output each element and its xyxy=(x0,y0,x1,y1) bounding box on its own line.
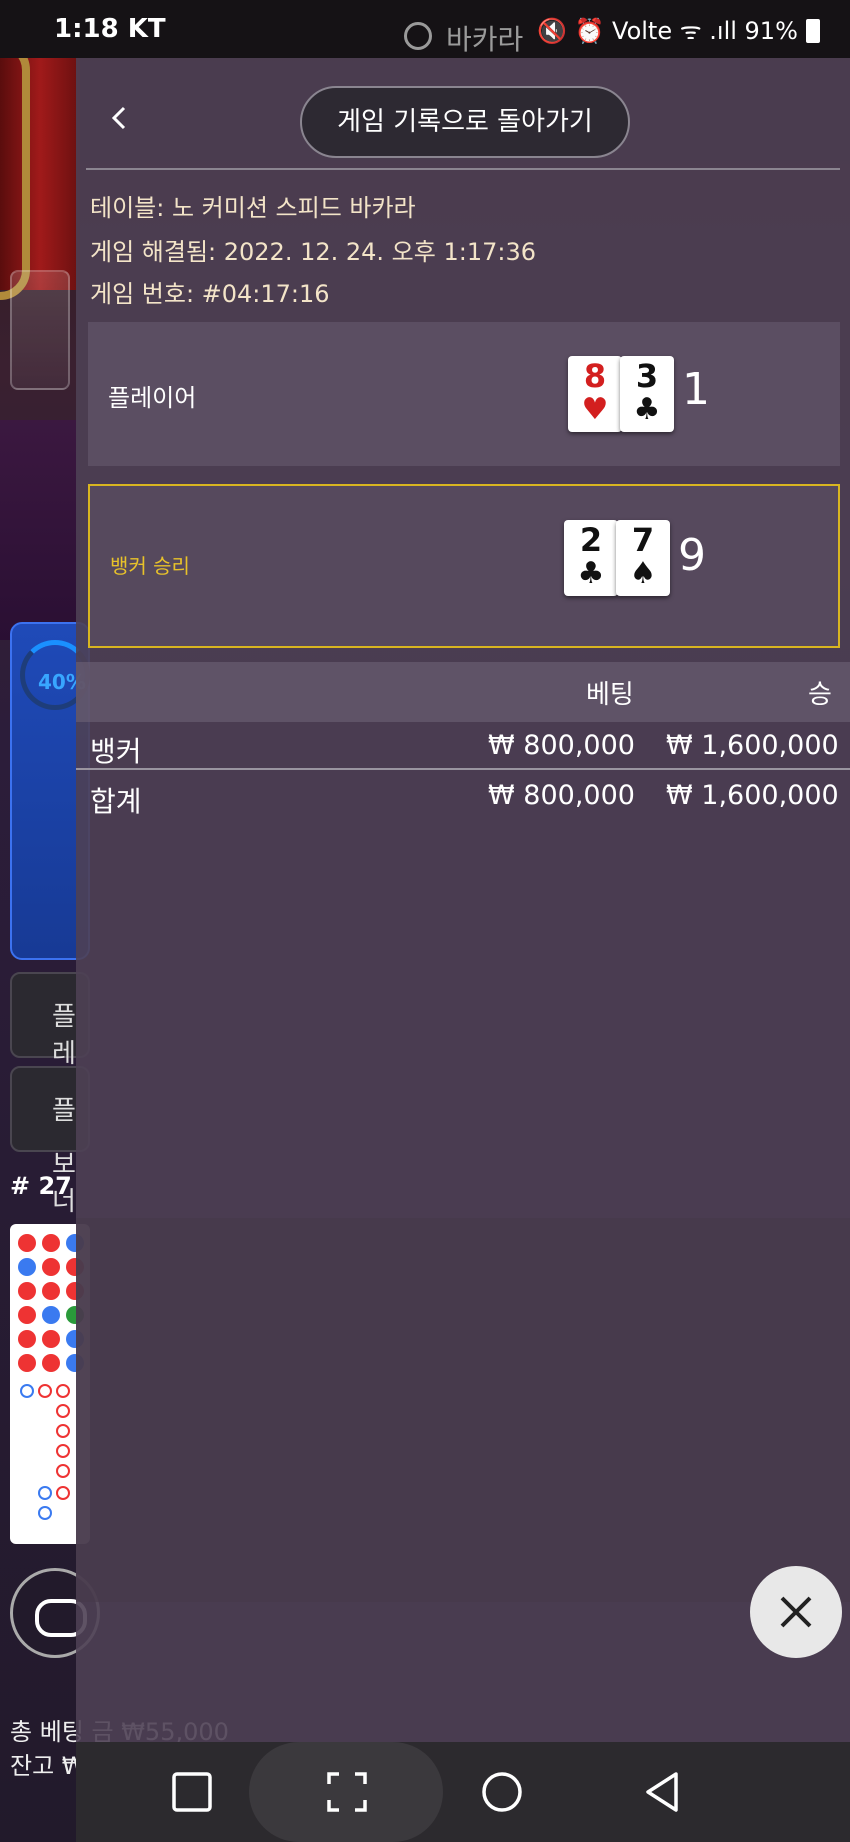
recent-apps-icon xyxy=(172,1772,212,1812)
divider xyxy=(86,168,840,170)
back-nav-button[interactable] xyxy=(638,1768,686,1816)
road-ring xyxy=(56,1384,70,1398)
status-app-title: 바카라 xyxy=(446,23,524,56)
recent-apps-button[interactable] xyxy=(168,1768,216,1816)
road-ring xyxy=(20,1384,34,1398)
road-player-dot xyxy=(18,1258,36,1276)
road-banker-dot xyxy=(42,1234,60,1252)
banker-hand-row: 뱅커 승리 2 ♣ 7 ♠ 9 xyxy=(88,484,840,648)
card-rank: 3 xyxy=(635,357,659,395)
chevron-left-icon xyxy=(111,106,126,130)
heart-icon: ♥ xyxy=(581,392,609,427)
road-banker-dot xyxy=(18,1282,36,1300)
total-label: 합계 xyxy=(90,785,142,818)
status-time: 1:18 KT xyxy=(54,14,166,44)
table-row: 뱅커 ₩ 800,000 ₩ 1,600,000 xyxy=(76,724,850,772)
bet-column-header: 베팅 xyxy=(586,680,634,710)
capture-frame-icon xyxy=(327,1772,367,1812)
player-hand-row: 플레이어 8 ♥ 3 ♣ 1 xyxy=(88,322,840,466)
card-rank: 8 xyxy=(583,357,607,395)
banker-score: 9 xyxy=(678,530,706,581)
road-ring xyxy=(56,1444,70,1458)
game-history-detail-panel: 게임 기록으로 돌아가기 테이블: 노 커미션 스피드 바카라 게임 해결됨: … xyxy=(76,58,850,1742)
round-number: # 27 xyxy=(10,1172,72,1200)
status-icons-text: 🔇 ⏰ Volte ᯤ .ıll 91% xyxy=(537,17,798,45)
club-icon: ♣ xyxy=(577,556,605,591)
road-banker-dot xyxy=(42,1354,60,1372)
road-ring xyxy=(56,1486,70,1500)
gold-arc-decoration xyxy=(0,40,30,300)
road-ring xyxy=(56,1404,70,1418)
total-bet-amount: ₩ 800,000 xyxy=(488,780,635,811)
screen: 40% 플레이어 보너스 플 # 27 총 베팅 금 ₩55,000 xyxy=(0,0,850,1842)
battery-icon xyxy=(805,19,820,43)
back-button[interactable] xyxy=(100,98,140,138)
bet-amount: ₩ 800,000 xyxy=(488,730,635,761)
road-ring xyxy=(56,1424,70,1438)
card-rank: 7 xyxy=(631,521,655,559)
table-row: 합계 ₩ 800,000 ₩ 1,600,000 xyxy=(76,774,850,822)
player-label: 플레이어 xyxy=(108,384,197,412)
screenshot-button[interactable] xyxy=(323,1768,371,1816)
banker-win-label: 뱅커 승리 xyxy=(110,554,190,578)
total-win-amount: ₩ 1,600,000 xyxy=(666,780,839,811)
row-divider xyxy=(76,768,850,770)
table-felt xyxy=(0,420,80,640)
road-banker-dot xyxy=(18,1306,36,1324)
road-ring xyxy=(38,1384,52,1398)
status-bar: 1:18 KT 바카라 🔇 ⏰ Volte ᯤ .ıll 91% xyxy=(0,0,850,58)
status-icons: 🔇 ⏰ Volte ᯤ .ıll 91% xyxy=(537,14,820,47)
road-banker-dot xyxy=(18,1330,36,1348)
history-icon xyxy=(404,22,432,50)
home-circle-icon xyxy=(482,1772,522,1812)
player-score: 1 xyxy=(682,364,710,415)
card-shoe xyxy=(10,270,70,390)
road-banker-dot xyxy=(42,1330,60,1348)
back-triangle-icon xyxy=(646,1772,678,1812)
win-column-header: 승 xyxy=(808,680,832,710)
player-card-2: 3 ♣ xyxy=(620,356,674,432)
game-number: 게임 번호: #04:17:16 xyxy=(90,280,330,308)
navigation-bar xyxy=(76,1742,850,1842)
close-button[interactable] xyxy=(750,1566,842,1658)
table-name: 테이블: 노 커미션 스피드 바카라 xyxy=(90,194,416,222)
bets-table-header: 베팅 승 xyxy=(76,662,850,722)
road-ring xyxy=(38,1486,52,1500)
club-icon: ♣ xyxy=(633,392,661,427)
home-button[interactable] xyxy=(478,1768,526,1816)
spade-icon: ♠ xyxy=(629,556,657,591)
player-card-1: 8 ♥ xyxy=(568,356,622,432)
road-banker-dot xyxy=(42,1282,60,1300)
win-amount: ₩ 1,600,000 xyxy=(666,730,839,761)
road-banker-dot xyxy=(18,1234,36,1252)
road-banker-dot xyxy=(42,1258,60,1276)
player-pair-label: 플 xyxy=(52,1096,76,1126)
card-rank: 2 xyxy=(579,521,603,559)
road-ring xyxy=(56,1464,70,1478)
resolved-time: 게임 해결됨: 2022. 12. 24. 오후 1:17:36 xyxy=(90,238,536,266)
road-banker-dot xyxy=(18,1354,36,1372)
banker-card-1: 2 ♣ xyxy=(564,520,618,596)
bet-name: 뱅커 xyxy=(90,735,142,768)
close-icon xyxy=(780,1596,812,1628)
return-to-history-button[interactable]: 게임 기록으로 돌아가기 xyxy=(300,86,630,158)
road-ring xyxy=(38,1506,52,1520)
background-overlay-area xyxy=(76,1218,850,1602)
road-player-dot xyxy=(42,1306,60,1324)
banker-card-2: 7 ♠ xyxy=(616,520,670,596)
